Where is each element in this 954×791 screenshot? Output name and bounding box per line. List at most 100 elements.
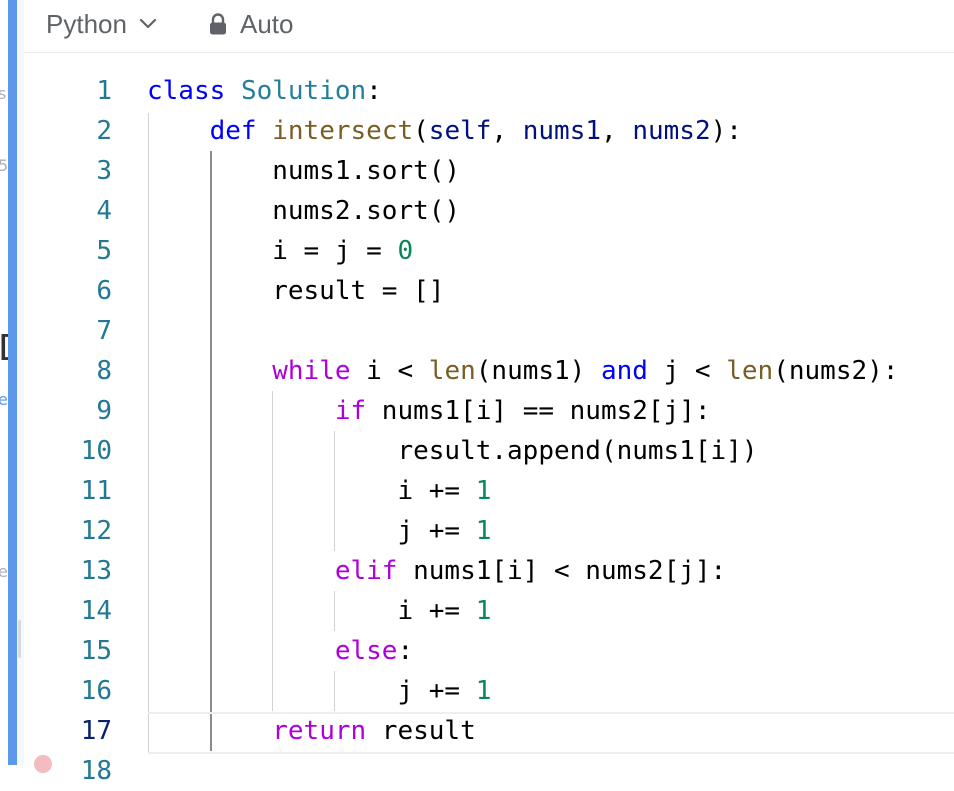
code-token: self (428, 116, 492, 146)
code-text: else: (147, 631, 413, 671)
code-token: i = j = (147, 236, 398, 266)
code-line[interactable]: 7 (24, 311, 954, 351)
code-line[interactable]: 3 nums1.sort() (24, 151, 954, 191)
code-token: and (601, 356, 648, 386)
code-token: nums2 (632, 116, 711, 146)
code-text: j += 1 (147, 511, 491, 551)
autocomplete-label: Auto (240, 8, 294, 39)
code-token: nums2.sort() (147, 196, 461, 226)
chevron-down-icon (139, 18, 157, 29)
code-token: (nums2): (773, 356, 899, 386)
code-token: i < (350, 356, 429, 386)
line-number: 15 (80, 636, 112, 666)
code-token: i += (147, 476, 476, 506)
code-line[interactable]: 1 class Solution: (24, 71, 954, 111)
active-accent-bar (8, 0, 17, 765)
code-token: : (397, 636, 414, 666)
code-line[interactable]: 8 while i < len(nums1) and j < len(nums2… (24, 351, 954, 391)
line-number: 7 (96, 316, 112, 346)
code-token: 1 (475, 476, 492, 506)
left-fragment: e (0, 390, 8, 409)
code-token: nums1.sort() (147, 156, 461, 186)
autocomplete-toggle[interactable]: Auto (208, 7, 294, 41)
code-token: else (334, 636, 398, 666)
line-number: 14 (80, 596, 112, 626)
code-line[interactable]: 2 def intersect(self, nums1, nums2): (24, 111, 954, 151)
code-line[interactable]: 9 if nums1[i] == nums2[j]: (24, 391, 954, 431)
code-token: 1 (475, 676, 492, 706)
code-token: : (366, 76, 382, 106)
code-editor[interactable]: 1 class Solution: 2 def intersect(self, nu… (24, 53, 954, 786)
code-line[interactable]: 6 result = [] (24, 271, 954, 311)
line-number: 4 (96, 196, 112, 226)
code-token: Solution (240, 76, 367, 106)
language-label: Python (46, 8, 127, 39)
code-token: , (491, 116, 523, 146)
code-text: result = [] (147, 271, 444, 311)
code-line[interactable]: 14 i += 1 (24, 591, 954, 631)
editor-toolbar: Python Auto (24, 0, 954, 53)
code-token: intersect (272, 116, 414, 146)
code-text: i += 1 (147, 471, 491, 511)
code-token: 1 (475, 596, 492, 626)
code-line[interactable]: 10 result.append(nums1[i]) (24, 431, 954, 471)
code-token: (nums1) (475, 356, 601, 386)
code-line[interactable]: 11 i += 1 (24, 471, 954, 511)
line-number: 13 (80, 556, 112, 586)
code-text: i += 1 (147, 591, 491, 631)
code-token: result = [] (147, 276, 445, 306)
code-line[interactable]: 12 j += 1 (24, 511, 954, 551)
code-token: j += (147, 516, 476, 546)
code-text: j += 1 (147, 671, 491, 711)
left-panel-strip: s 5 D e e (0, 0, 24, 765)
line-number: 6 (96, 276, 112, 306)
code-token: if (334, 396, 367, 426)
code-token: j += (147, 676, 476, 706)
line-number: 12 (80, 516, 112, 546)
code-text: while i < len(nums1) and j < len(nums2): (147, 351, 898, 391)
code-token: nums1 (522, 116, 602, 146)
code-text: result.append(nums1[i]) (147, 431, 757, 471)
line-number: 17 (80, 716, 112, 746)
code-token: len (726, 356, 774, 386)
code-token: result.append(nums1[i]) (147, 436, 758, 466)
line-number: 11 (80, 476, 112, 506)
code-token: 0 (397, 236, 414, 266)
left-fragment: s (0, 84, 7, 103)
line-number: 3 (96, 156, 112, 186)
code-token: j < (647, 356, 727, 386)
code-line[interactable]: 5 i = j = 0 (24, 231, 954, 271)
code-line[interactable]: 4 nums2.sort() (24, 191, 954, 231)
code-text: if nums1[i] == nums2[j]: (147, 391, 711, 431)
line-number: 9 (96, 396, 112, 426)
code-token: nums1[i] == nums2[j]: (366, 396, 711, 426)
left-fragment: 5 (0, 156, 9, 175)
code-token: ( (413, 116, 429, 146)
code-text: i = j = 0 (147, 231, 413, 271)
code-line[interactable]: 13 elif nums1[i] < nums2[j]: (24, 551, 954, 591)
code-line[interactable]: 16 j += 1 (24, 671, 954, 711)
code-text: elif nums1[i] < nums2[j]: (147, 551, 726, 591)
code-line[interactable]: 15 else: (24, 631, 954, 671)
code-text: return result (147, 711, 476, 751)
code-text: class Solution: (147, 71, 382, 111)
code-line[interactable]: 18 (24, 751, 954, 791)
line-number: 16 (80, 676, 112, 706)
code-token: return (272, 716, 367, 746)
code-token: def (209, 116, 257, 146)
panel-scroll-thumb[interactable] (18, 620, 21, 658)
code-line[interactable]: 17 return result (24, 711, 954, 751)
line-number: 2 (96, 116, 112, 146)
language-selector[interactable]: Python (46, 7, 157, 41)
code-token: ): (710, 116, 742, 146)
code-token: class (147, 76, 226, 106)
line-number: 8 (96, 356, 112, 386)
lock-icon (210, 13, 226, 35)
code-token: while (272, 356, 351, 386)
